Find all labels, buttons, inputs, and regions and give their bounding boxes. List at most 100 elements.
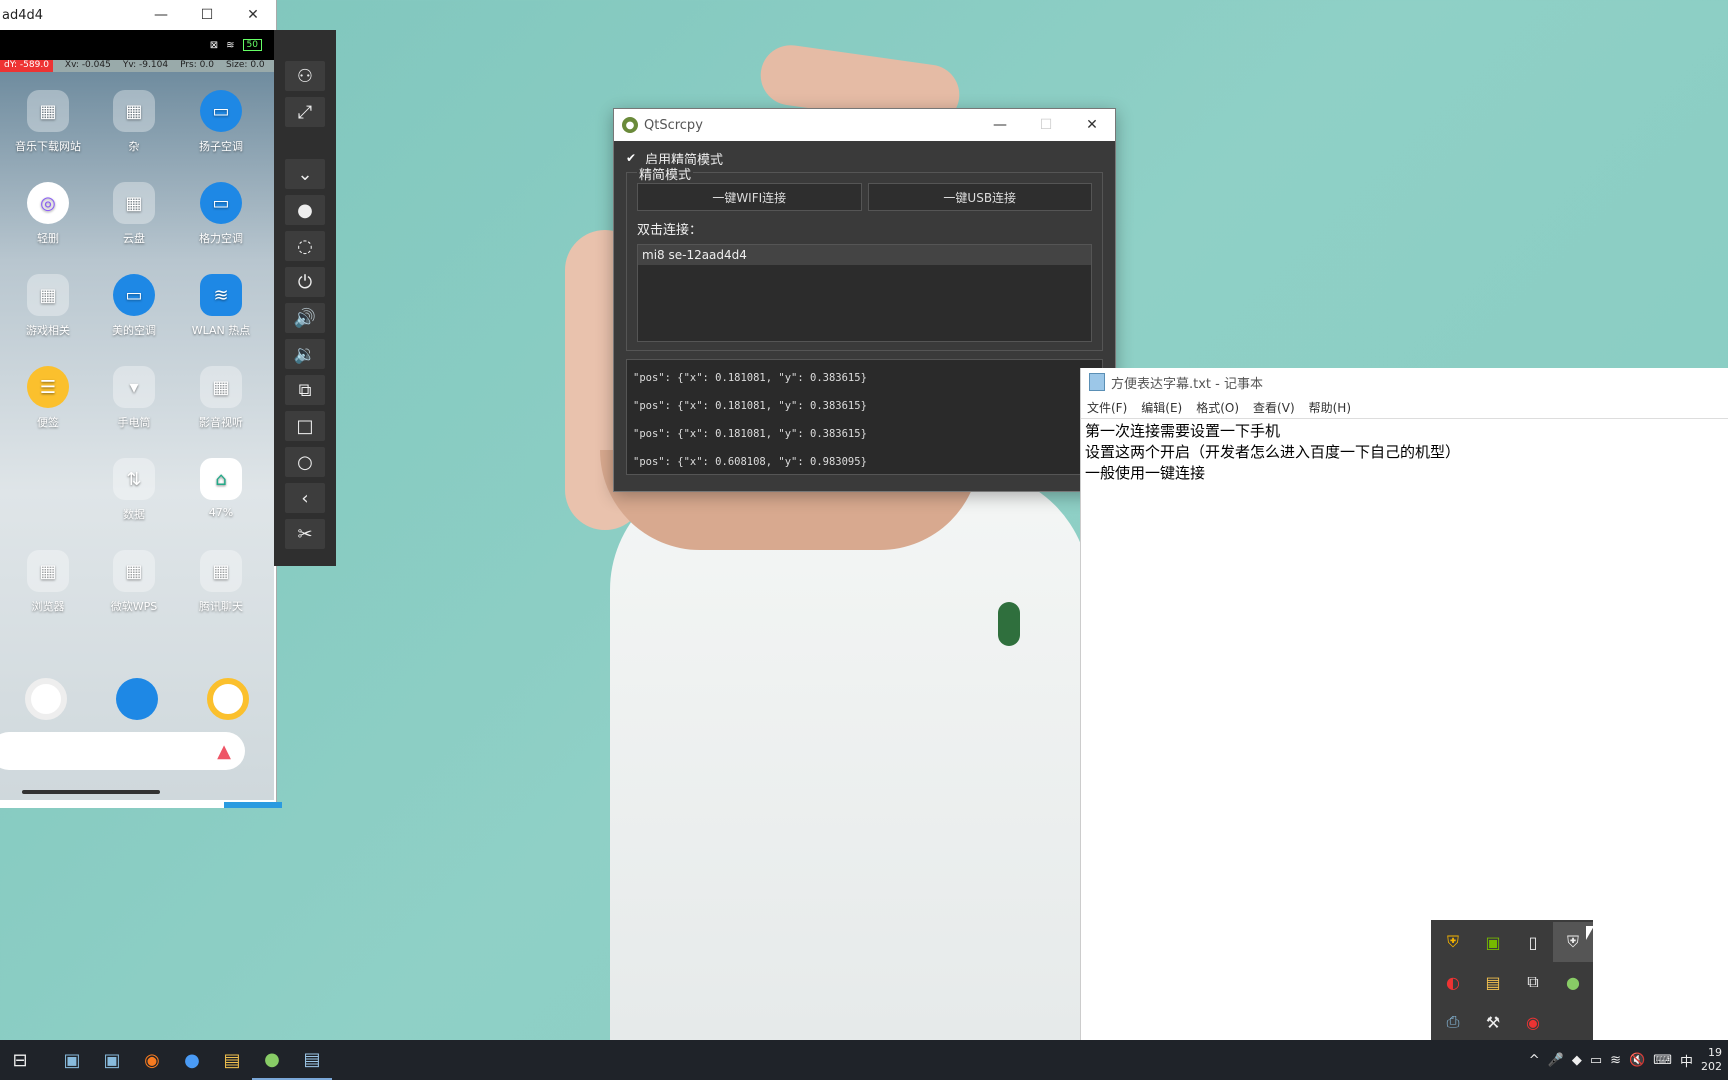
app-qingshan[interactable]: ◎ 轻删 xyxy=(5,182,91,246)
folder-tray-icon[interactable]: ▤ xyxy=(1473,962,1513,1002)
maximize-button[interactable]: ☐ xyxy=(1023,117,1069,133)
phone-window-title: ad4d4 xyxy=(2,7,44,23)
taskbar-notepad[interactable]: ▤ xyxy=(292,1040,332,1080)
close-button[interactable]: ✕ xyxy=(230,7,276,23)
maximize-button[interactable]: ☐ xyxy=(184,7,230,23)
screenshot-button[interactable]: ✂ xyxy=(285,519,325,549)
group-control-button[interactable]: ⚇ xyxy=(285,61,325,91)
app-notes[interactable]: ☰ 便签 xyxy=(5,366,91,430)
tool-icon[interactable]: ⚒ xyxy=(1473,1002,1513,1042)
log-output[interactable]: "pos": {"x": 0.181081, "y": 0.383615} "p… xyxy=(626,359,1103,475)
wifi-connect-button[interactable]: 一键WIFI连接 xyxy=(637,183,862,211)
taskbar-explorer[interactable]: ▤ xyxy=(212,1040,252,1080)
taskbar-app-2[interactable]: ▣ xyxy=(92,1040,132,1080)
ime-indicator[interactable]: 中 xyxy=(1680,1051,1693,1070)
screen-off-button[interactable]: ◌ xyxy=(285,231,325,261)
keyboard-icon[interactable]: ⌨ xyxy=(1653,1053,1672,1068)
volume-down-icon: 🔉 xyxy=(293,343,317,365)
minimize-button[interactable]: — xyxy=(977,117,1023,133)
notepad-menubar: 文件(F) 编辑(E) 格式(O) 查看(V) 帮助(H) xyxy=(1081,396,1728,418)
app-wlan-hotspot[interactable]: ≋ WLAN 热点 xyxy=(178,274,264,338)
home-button[interactable]: ○ xyxy=(285,447,325,477)
app-gree-aircon[interactable]: ▭ 格力空调 xyxy=(178,182,264,246)
device-item[interactable]: mi8 se-12aad4d4 xyxy=(638,245,1091,265)
window-tray-icon[interactable]: ⧉ xyxy=(1513,962,1553,1002)
system-tray: ^ 🎤 ◆ ▭ ≋ 🔇 ⌨ 中 19 202 xyxy=(1529,1040,1728,1080)
app-music-folder[interactable]: ▦ 音乐下载网站 xyxy=(5,90,91,154)
android-tray-icon[interactable]: ● xyxy=(1553,962,1593,1002)
app-browser-folder[interactable]: ▦ 浏览器 xyxy=(5,550,91,614)
notepad-editor[interactable]: 第一次连接需要设置一下手机 设置这两个开启（开发者怎么进入百度一下自己的机型） … xyxy=(1081,418,1728,486)
network-icon[interactable]: ≋ xyxy=(1610,1053,1621,1068)
power-button[interactable]: ⏻ xyxy=(285,267,325,297)
back-button[interactable]: ‹ xyxy=(285,483,325,513)
chevron-up-icon[interactable]: ^ xyxy=(1529,1053,1540,1068)
home-indicator[interactable] xyxy=(22,790,160,794)
taskbar-firefox[interactable]: ◉ xyxy=(132,1040,172,1080)
expand-button[interactable]: ⌄ xyxy=(285,159,325,189)
qq-icon[interactable]: ◆ xyxy=(1572,1053,1582,1068)
group-icon: ⚇ xyxy=(296,65,314,87)
app-yangzi-aircon[interactable]: ▭ 扬子空调 xyxy=(178,90,264,154)
simple-mode-checkbox[interactable]: ✔ 启用精简模式 xyxy=(626,149,1103,169)
gallery-icon[interactable] xyxy=(207,678,250,720)
record-button[interactable]: ● xyxy=(285,195,325,225)
speaker-muted-icon[interactable]: 🔇 xyxy=(1629,1053,1645,1068)
app-wps-folder[interactable]: ▦ 微软WPS xyxy=(91,550,177,614)
menu-edit[interactable]: 编辑(E) xyxy=(1141,399,1182,416)
task-view-icon: ⊟ xyxy=(12,1049,28,1071)
app-media-folder[interactable]: ▦ 影音视听 xyxy=(178,366,264,430)
app-cloud-folder[interactable]: ▦ 云盘 xyxy=(91,182,177,246)
firefox-icon: ◉ xyxy=(144,1049,160,1071)
usb-drive-icon[interactable]: ▯ xyxy=(1513,922,1553,962)
microphone-icon[interactable]: 🎤 xyxy=(1548,1053,1564,1068)
battery-tray-icon[interactable]: ▭ xyxy=(1590,1053,1602,1068)
browser-tray-icon[interactable]: ◐ xyxy=(1433,962,1473,1002)
notepad-window: 方便表达字幕.txt - 记事本 文件(F) 编辑(E) 格式(O) 查看(V)… xyxy=(1080,368,1728,1040)
recorder-icon[interactable]: ◉ xyxy=(1513,1002,1553,1042)
data-icon: ⇅ xyxy=(113,458,155,500)
app-games-folder[interactable]: ▦ 游戏相关 xyxy=(5,274,91,338)
menu-button[interactable]: □ xyxy=(285,411,325,441)
phone-screen[interactable]: ⊠ ≋ 50 dY: -589.0 Xv: -0.045 Yv: -9.104 … xyxy=(0,30,274,800)
volume-up-button[interactable]: 🔊 xyxy=(285,303,325,333)
camera-icon[interactable] xyxy=(24,678,67,720)
wifi-icon: ≋ xyxy=(200,274,242,316)
qtscrcpy-titlebar: ● QtScrcpy — ☐ ✕ xyxy=(614,109,1115,141)
menu-format[interactable]: 格式(O) xyxy=(1196,399,1239,416)
menu-file[interactable]: 文件(F) xyxy=(1087,399,1127,416)
simple-mode-group: 精简模式 一键WIFI连接 一键USB连接 双击连接： mi8 se-12aad… xyxy=(626,164,1103,351)
taskbar-circle-app[interactable]: ● xyxy=(172,1040,212,1080)
app-misc-folder[interactable]: ▦ 杂 xyxy=(91,90,177,154)
app-data[interactable]: ⇅ 数据 xyxy=(91,458,177,522)
shield-icon[interactable]: ⛨ xyxy=(1433,922,1473,962)
log-line: "pos": {"x": 0.608108, "y": 0.983095} xyxy=(633,456,867,468)
fullscreen-icon: ⤢ xyxy=(297,101,313,123)
app-switch-button[interactable]: ⧉ xyxy=(285,375,325,405)
circle-app-icon: ● xyxy=(184,1049,200,1071)
printer-icon[interactable]: ⎙ xyxy=(1433,1002,1473,1042)
clock[interactable]: 19 202 xyxy=(1701,1046,1722,1074)
app-cleaner[interactable]: ⌂ 47% xyxy=(178,458,264,519)
menu-help[interactable]: 帮助(H) xyxy=(1309,399,1351,416)
task-view-button[interactable]: ⊟ xyxy=(0,1040,40,1080)
app-flashlight[interactable]: ▾ 手电筒 xyxy=(91,366,177,430)
usb-connect-button[interactable]: 一键USB连接 xyxy=(867,183,1092,211)
nvidia-icon[interactable]: ▣ xyxy=(1473,922,1513,962)
taskbar-qtscrcpy[interactable]: ● xyxy=(252,1040,292,1080)
menu-view[interactable]: 查看(V) xyxy=(1253,399,1295,416)
minimize-button[interactable]: — xyxy=(138,7,184,23)
device-list[interactable]: mi8 se-12aad4d4 xyxy=(637,244,1092,342)
power-icon: ⏻ xyxy=(297,271,313,293)
fullscreen-button[interactable]: ⤢ xyxy=(285,97,325,127)
notepad-icon: ▤ xyxy=(303,1048,321,1070)
aircon-icon: ▭ xyxy=(200,90,242,132)
taskbar-app-1[interactable]: ▣ xyxy=(52,1040,92,1080)
search-bar[interactable]: ▲ xyxy=(0,732,245,770)
volume-down-button[interactable]: 🔉 xyxy=(285,339,325,369)
app-midea-aircon[interactable]: ▭ 美的空调 xyxy=(91,274,177,338)
browser-icon[interactable] xyxy=(115,678,158,720)
app-tencent-folder[interactable]: ▦ 腾讯聊天 xyxy=(178,550,264,614)
volume-up-icon: 🔊 xyxy=(293,307,317,329)
close-button[interactable]: ✕ xyxy=(1069,117,1115,133)
